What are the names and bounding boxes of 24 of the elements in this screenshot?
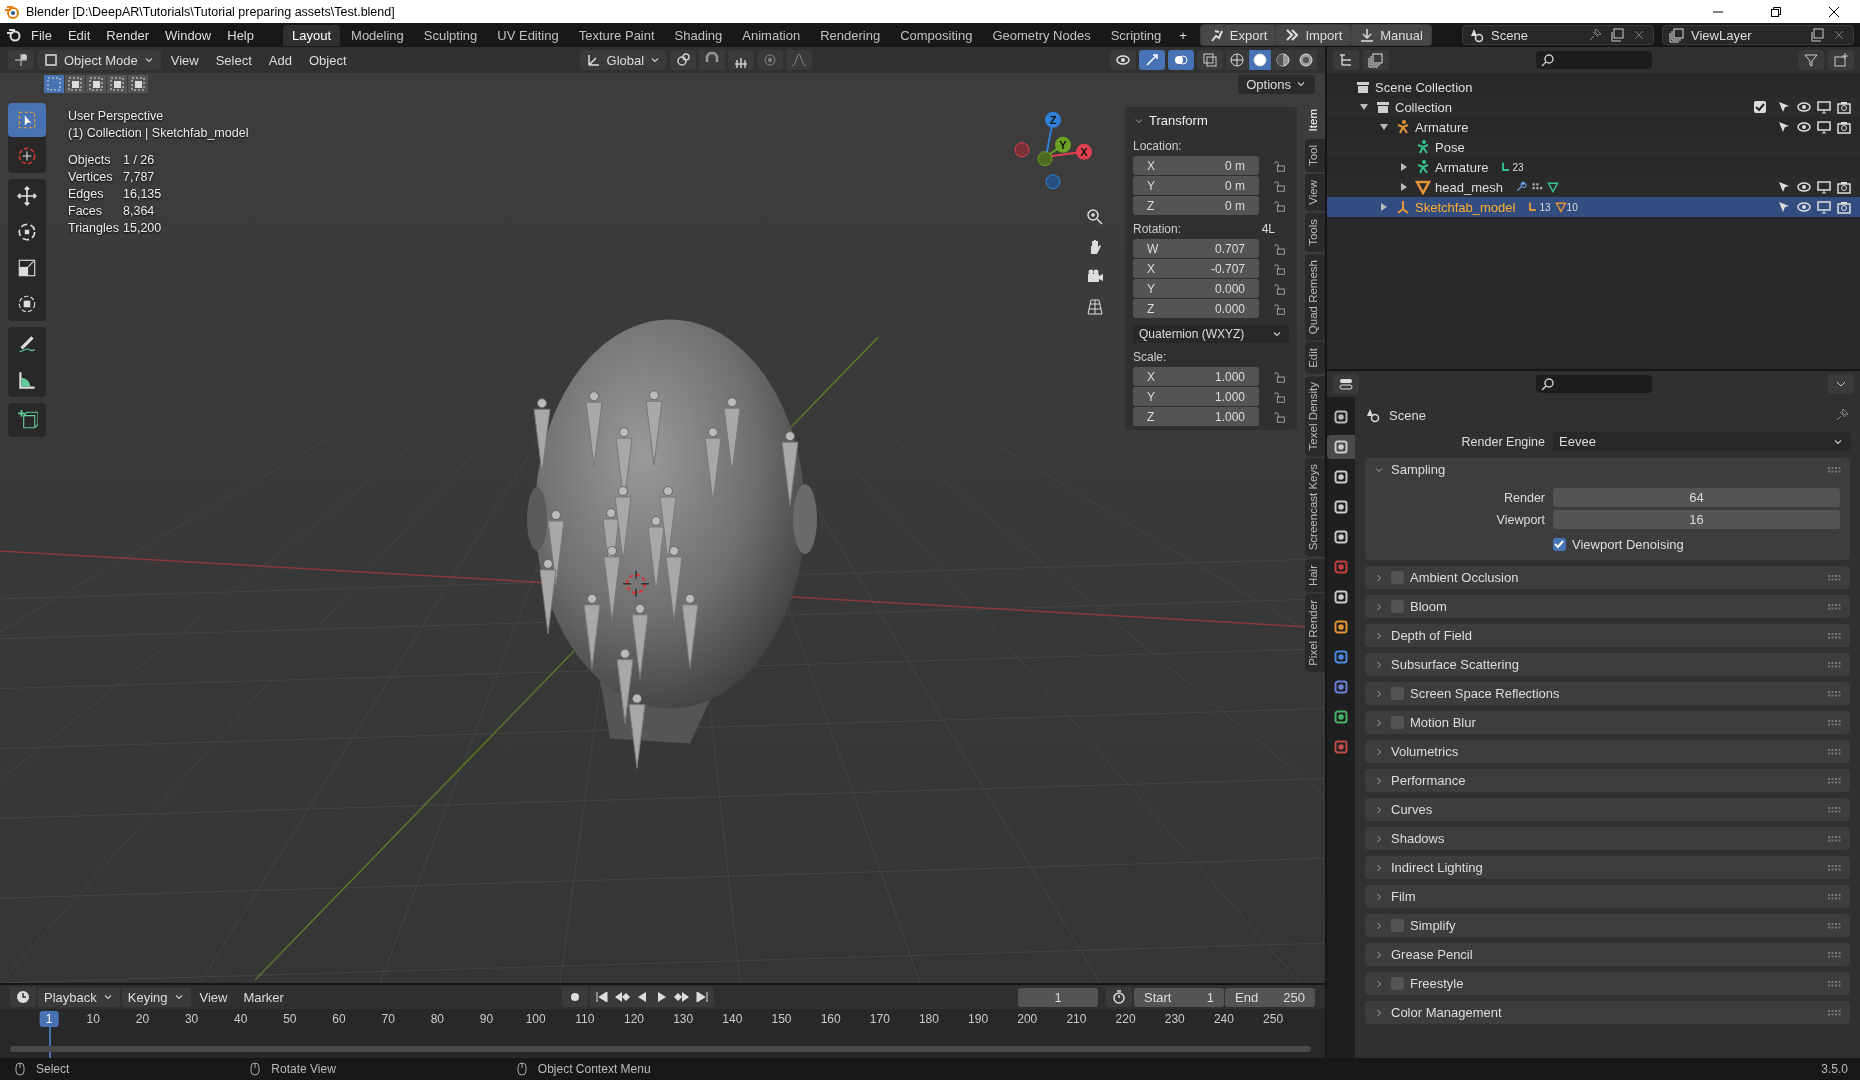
status-hint: Rotate View	[271, 1062, 336, 1076]
field-label: Render	[1503, 490, 1545, 505]
stat-value: 16,135	[123, 187, 163, 201]
stat-value: 15,200	[123, 221, 163, 235]
view-name: User Perspective	[68, 109, 165, 123]
stat-value: 1 / 26	[123, 153, 156, 167]
section-label: Scale:	[1133, 350, 1168, 364]
status-hint: Select	[36, 1062, 70, 1076]
context-name: Scene	[1389, 407, 1426, 423]
stat-value: 7,787	[123, 170, 156, 184]
stat-label: Vertices	[68, 170, 114, 184]
window-title: Blender [D:\DeepAR\Tutorials\Tutorial preparing assets\Test.blend]	[26, 4, 395, 19]
section-label: Rotation:	[1133, 222, 1182, 236]
field-label: Viewport	[1495, 512, 1545, 527]
stat-label: Edges	[68, 187, 105, 201]
status-hint: Object Context Menu	[537, 1062, 651, 1076]
stat-value: 8,364	[123, 204, 156, 218]
version-label: 3.5.0	[1821, 1062, 1848, 1076]
field-label: Render Engine	[1460, 434, 1545, 449]
stat-label: Faces	[68, 204, 104, 218]
active-object-info: (1) Collection | Sketchfab_model	[68, 126, 249, 140]
stat-label: Objects	[68, 153, 112, 167]
stat-label: Triangles	[68, 221, 120, 235]
section-label: Location:	[1133, 139, 1183, 153]
